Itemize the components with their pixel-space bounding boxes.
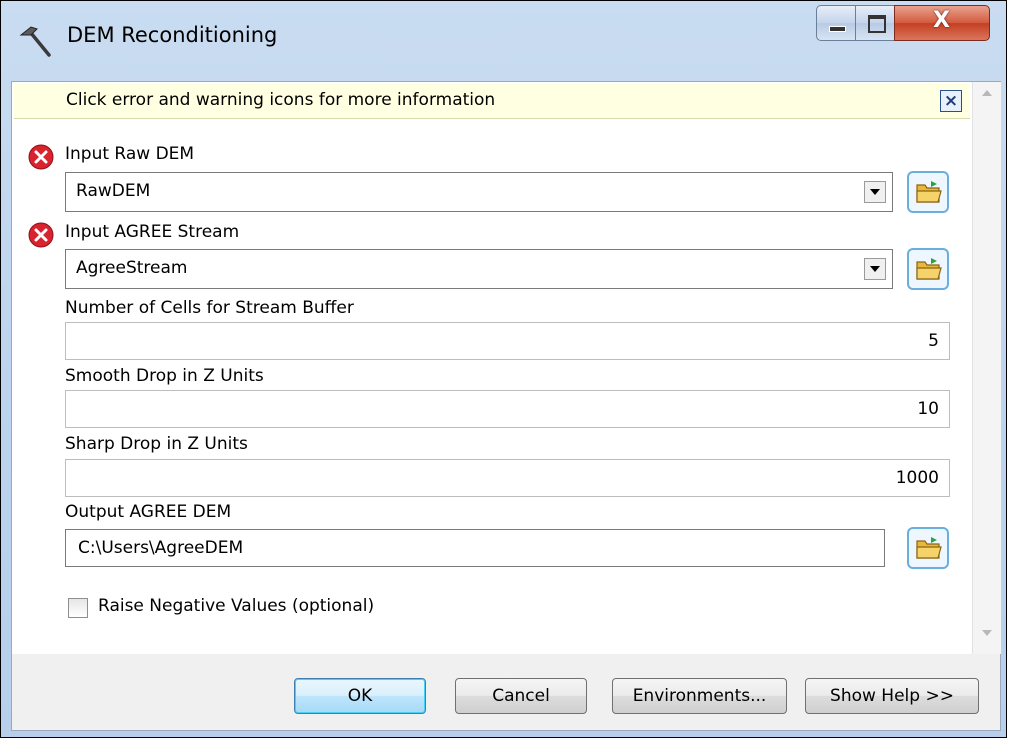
agree-stream-browse-button[interactable]	[907, 248, 949, 290]
close-x-icon[interactable]: ×	[940, 90, 962, 112]
hammer-icon	[17, 21, 57, 61]
folder-icon	[916, 258, 942, 280]
smooth-drop-label: Smooth Drop in Z Units	[65, 366, 264, 386]
chevron-down-icon[interactable]	[864, 181, 886, 203]
window-title: DEM Reconditioning	[67, 23, 278, 47]
minimize-icon	[829, 26, 846, 32]
agree-stream-combobox[interactable]: AgreeStream	[65, 249, 893, 289]
close-button[interactable]: X	[894, 5, 990, 41]
vertical-scrollbar[interactable]	[972, 82, 1001, 654]
raise-negative-label: Raise Negative Values (optional)	[98, 596, 375, 616]
output-dem-label: Output AGREE DEM	[65, 502, 232, 522]
error-icon[interactable]	[28, 144, 54, 170]
agree-stream-value: AgreeStream	[76, 258, 188, 278]
output-dem-input[interactable]: C:\Users\AgreeDEM	[65, 529, 885, 567]
title-bar[interactable]: DEM Reconditioning X	[1, 1, 1006, 81]
close-icon: X	[933, 8, 950, 33]
cancel-button[interactable]: Cancel	[455, 678, 587, 714]
scroll-up-icon[interactable]	[982, 90, 992, 96]
info-banner: Click error and warning icons for more i…	[14, 84, 970, 119]
sharp-drop-label: Sharp Drop in Z Units	[65, 434, 248, 454]
chevron-down-icon[interactable]	[864, 258, 886, 280]
sharp-drop-value: 1000	[895, 468, 939, 488]
show-help-button[interactable]: Show Help >>	[805, 678, 979, 714]
maximize-button[interactable]	[855, 5, 895, 41]
raw-dem-value: RawDEM	[76, 181, 151, 201]
output-dem-browse-button[interactable]	[907, 527, 949, 569]
error-icon[interactable]	[28, 222, 54, 248]
folder-icon	[916, 181, 942, 203]
buffer-cells-input[interactable]: 5	[65, 322, 950, 360]
buffer-cells-value: 5	[928, 331, 939, 351]
scroll-down-icon[interactable]	[982, 630, 992, 636]
environments-button[interactable]: Environments...	[612, 678, 787, 714]
raise-negative-checkbox[interactable]	[68, 598, 88, 618]
ok-button[interactable]: OK	[294, 678, 426, 714]
dialog-window: DEM Reconditioning X Click error and war…	[0, 0, 1007, 738]
dialog-client-area: Click error and warning icons for more i…	[11, 81, 1001, 731]
banner-message: Click error and warning icons for more i…	[66, 90, 496, 110]
output-dem-value: C:\Users\AgreeDEM	[78, 538, 244, 558]
smooth-drop-input[interactable]: 10	[65, 390, 950, 428]
folder-icon	[916, 537, 942, 559]
parameter-pane: Click error and warning icons for more i…	[12, 82, 972, 654]
minimize-button[interactable]	[816, 5, 856, 41]
raw-dem-combobox[interactable]: RawDEM	[65, 172, 893, 212]
raw-dem-label: Input Raw DEM	[65, 144, 195, 164]
sharp-drop-input[interactable]: 1000	[65, 459, 950, 497]
buffer-cells-label: Number of Cells for Stream Buffer	[65, 298, 354, 318]
agree-stream-label: Input AGREE Stream	[65, 222, 240, 242]
smooth-drop-value: 10	[917, 399, 939, 419]
maximize-icon	[868, 15, 886, 33]
raw-dem-browse-button[interactable]	[907, 171, 949, 213]
